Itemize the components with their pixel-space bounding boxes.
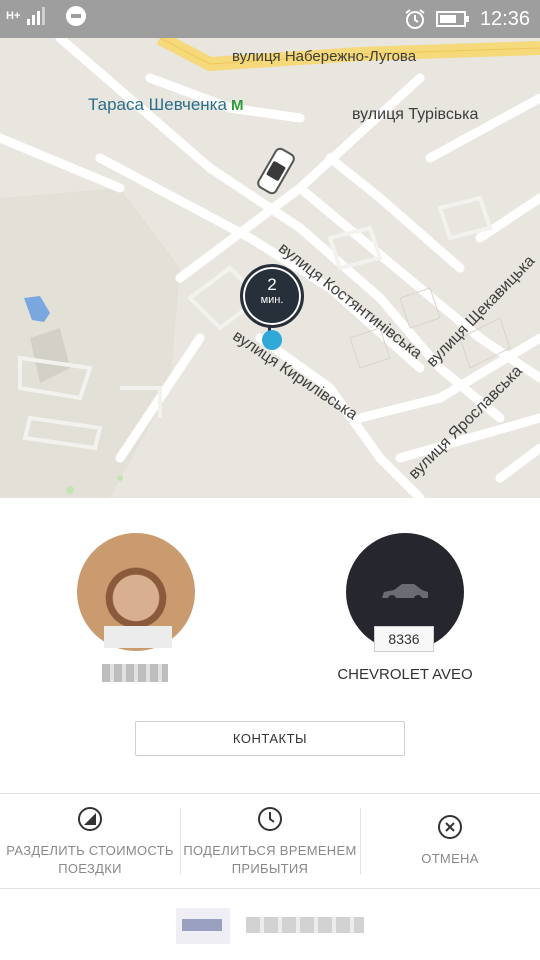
cancel-icon — [438, 815, 462, 839]
network-type: H+ — [6, 9, 21, 22]
metro-station-label: Тараса Шевченка M — [88, 95, 244, 114]
street-label-naberezhno-luhova: вулиця Набережно-Лугова — [232, 48, 417, 65]
pickup-location-dot — [262, 330, 282, 350]
battery-icon — [435, 11, 469, 27]
uber-app-icon — [66, 6, 86, 26]
divider — [0, 888, 540, 889]
split-fare-button[interactable]: РАЗДЕЛИТЬ СТОИМОСТЬ ПОЕЗДКИ — [0, 806, 180, 878]
payment-method-redacted[interactable] — [246, 917, 364, 933]
eta-pin[interactable]: 2 мин. — [240, 264, 304, 328]
driver-info-redacted — [102, 664, 168, 682]
contacts-button[interactable]: КОНТАКТЫ — [135, 721, 405, 756]
cancel-label: ОТМЕНА — [421, 851, 479, 866]
eta-value: 2 — [267, 275, 277, 294]
vehicle-model: CHEVROLET AVEO — [337, 666, 473, 683]
share-eta-button[interactable]: ПОДЕЛИТЬСЯ ВРЕМЕНЕМ ПРИБЫТИЯ — [180, 806, 360, 878]
map-view[interactable]: Тараса Шевченка M вулиця Набережно-Лугова… — [0, 38, 540, 498]
split-fare-icon — [78, 807, 102, 831]
share-eta-label: ПОДЕЛИТЬСЯ ВРЕМЕНЕМ ПРИБЫТИЯ — [183, 843, 357, 876]
driver-name-redacted — [104, 626, 172, 648]
eta-unit: мин. — [260, 294, 284, 306]
license-plate: 8336 — [374, 626, 434, 652]
split-fare-label: РАЗДЕЛИТЬ СТОИМОСТЬ ПОЕЗДКИ — [6, 843, 174, 876]
clock-time: 12:36 — [479, 7, 530, 30]
street-label-turivska: вулиця Турівська — [352, 106, 479, 123]
metro-icon: M — [230, 97, 244, 114]
status-bar: H+ 12:36 — [0, 0, 540, 38]
car-icon — [382, 584, 428, 603]
alarm-icon — [405, 9, 425, 29]
map-car-icon — [257, 147, 295, 195]
payment-card-logo — [182, 919, 222, 931]
clock-icon — [258, 807, 282, 831]
cancel-button[interactable]: ОТМЕНА — [360, 806, 540, 868]
signal-icon — [27, 7, 45, 25]
divider — [0, 793, 540, 794]
